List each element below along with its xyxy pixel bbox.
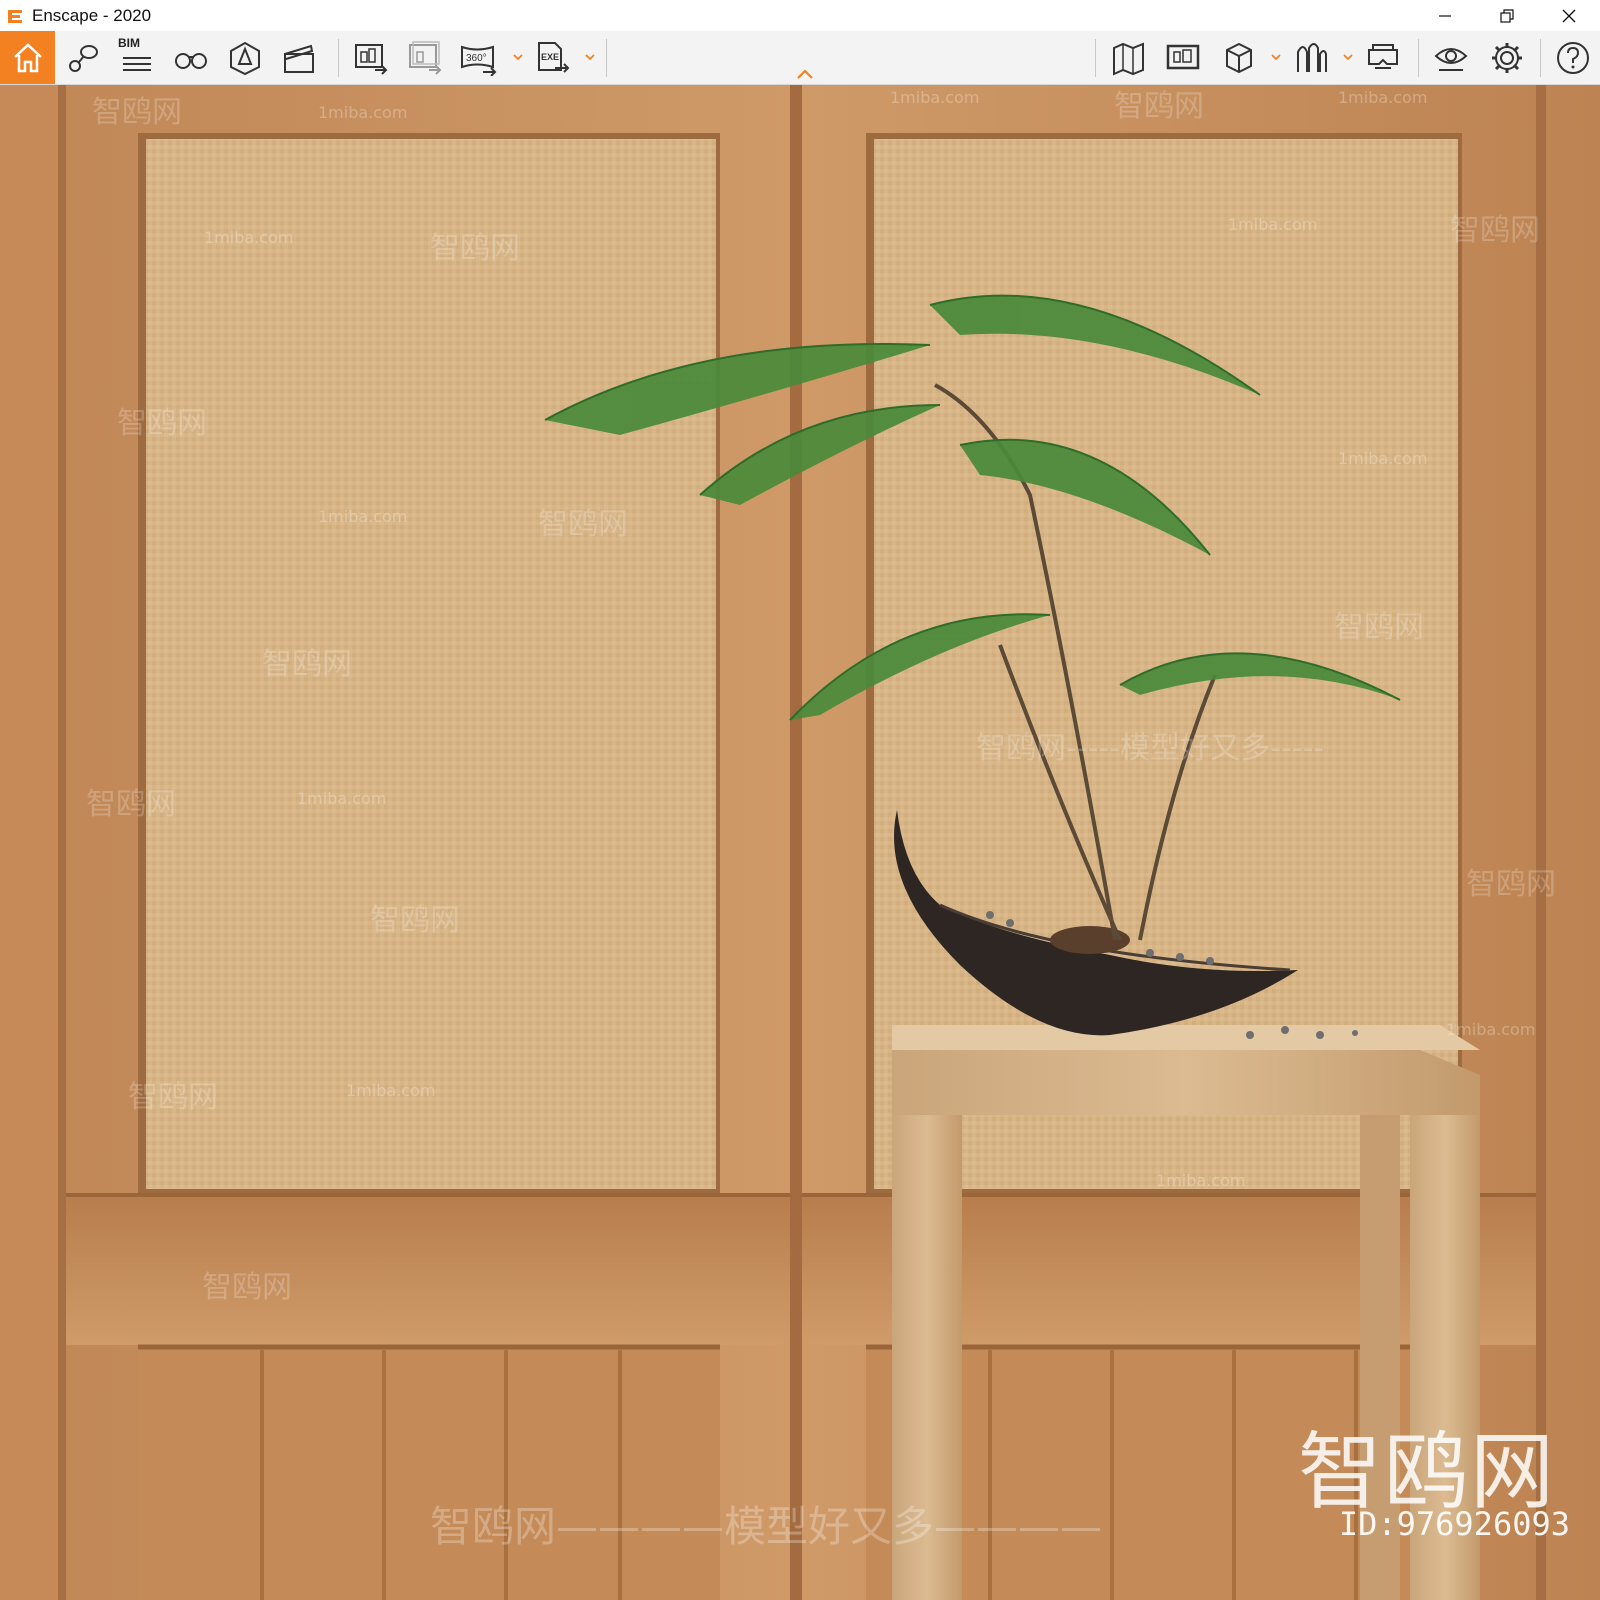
watermark-domain: 1miba.com bbox=[1338, 88, 1428, 107]
visual-settings-icon bbox=[1434, 48, 1468, 71]
asset-library-button[interactable] bbox=[224, 37, 266, 79]
enscape-toolbar: BIM 360° EXE bbox=[0, 31, 1600, 85]
clapperboard-icon bbox=[284, 44, 314, 73]
help-icon bbox=[1557, 42, 1589, 74]
binoculars-icon bbox=[175, 53, 207, 69]
vegetation-dropdown[interactable] bbox=[1342, 51, 1354, 63]
visual-settings-button[interactable] bbox=[1430, 37, 1472, 79]
chevron-up-icon bbox=[797, 69, 813, 79]
view-management-button[interactable] bbox=[1162, 37, 1204, 79]
panorama-dropdown[interactable] bbox=[512, 51, 524, 63]
tag-icon bbox=[69, 45, 98, 72]
settings-button[interactable] bbox=[1486, 37, 1528, 79]
watermark-brand: 智鸥网 bbox=[1466, 867, 1556, 902]
watermark-brand: 智鸥网 bbox=[202, 1270, 292, 1305]
cube-button[interactable] bbox=[1218, 37, 1260, 79]
restore-icon bbox=[1500, 8, 1514, 23]
close-button[interactable] bbox=[1538, 0, 1600, 31]
chevron-down-icon bbox=[585, 54, 595, 61]
watermark-domain: 1miba.com bbox=[1156, 1171, 1246, 1190]
watermark-brand: 智鸥网 bbox=[117, 406, 207, 441]
model-id-label: ID:976926093 bbox=[1338, 1505, 1570, 1543]
chevron-down-icon bbox=[1343, 54, 1353, 61]
watermark-brand: 智鸥网 bbox=[1450, 213, 1540, 248]
watermark-brand: 智鸥网 bbox=[262, 647, 352, 682]
watermark-brand: 智鸥网 bbox=[92, 95, 182, 130]
scene-render bbox=[0, 85, 1600, 1600]
view-management-icon bbox=[1166, 44, 1200, 70]
watermark-brand: 智鸥网 bbox=[1114, 89, 1204, 124]
vegetation-icon bbox=[1297, 43, 1327, 72]
minimize-button[interactable] bbox=[1414, 0, 1476, 31]
restore-button[interactable] bbox=[1476, 0, 1538, 31]
watermark-domain: 1miba.com bbox=[1228, 215, 1318, 234]
render-viewport[interactable]: 1miba.com 1miba.com 1miba.com 1miba.com … bbox=[0, 85, 1600, 1600]
home-button[interactable] bbox=[0, 31, 55, 84]
watermark-brand: 智鸥网 bbox=[1334, 610, 1424, 645]
vegetation-button[interactable] bbox=[1290, 37, 1332, 79]
panorama-360-icon: 360° bbox=[461, 45, 497, 76]
video-editor-button[interactable] bbox=[278, 37, 320, 79]
watermark-domain: 1miba.com bbox=[890, 88, 980, 107]
cube-icon bbox=[1226, 42, 1252, 74]
watermark-slogan-bottom: 智鸥网————模型好又多———— bbox=[430, 1502, 1103, 1551]
watermark-brand: 智鸥网 bbox=[538, 507, 628, 542]
bim-button[interactable]: BIM bbox=[116, 36, 158, 79]
settings-icon bbox=[1492, 43, 1522, 73]
watermark-domain: 1miba.com bbox=[204, 228, 294, 247]
watermark-brand: 智鸥网 bbox=[128, 1080, 218, 1115]
tag-button[interactable] bbox=[62, 37, 104, 79]
watermark-domain: 1miba.com bbox=[346, 1081, 436, 1100]
watermark-brand: 智鸥网 bbox=[430, 231, 520, 266]
screenshot-export-button[interactable] bbox=[350, 37, 392, 79]
chevron-down-icon bbox=[513, 54, 523, 61]
exe-export-button[interactable]: EXE bbox=[532, 37, 574, 79]
map-button[interactable] bbox=[1108, 37, 1150, 79]
svg-text:EXE: EXE bbox=[541, 52, 559, 62]
bim-label: BIM bbox=[118, 36, 140, 50]
batch-export-icon bbox=[409, 41, 442, 75]
watermark-brand: 智鸥网 bbox=[370, 903, 460, 938]
vr-headset-icon bbox=[1368, 44, 1398, 69]
vr-headset-button[interactable] bbox=[1362, 37, 1404, 79]
svg-text:360°: 360° bbox=[466, 53, 487, 64]
asset-library-icon bbox=[230, 41, 260, 76]
window-title-bar: Enscape - 2020 bbox=[0, 0, 1600, 31]
exe-dropdown[interactable] bbox=[584, 51, 596, 63]
enscape-logo-icon bbox=[4, 5, 26, 27]
window-title: Enscape - 2020 bbox=[32, 5, 152, 25]
help-button[interactable] bbox=[1552, 37, 1594, 79]
cube-dropdown[interactable] bbox=[1270, 51, 1282, 63]
watermark-domain: 1miba.com bbox=[318, 103, 408, 122]
exe-export-icon: EXE bbox=[538, 42, 570, 73]
watermark-domain: 1miba.com bbox=[1446, 1020, 1536, 1039]
watermark-domain: 1miba.com bbox=[1338, 449, 1428, 468]
minimize-icon bbox=[1439, 14, 1451, 17]
home-icon bbox=[13, 42, 42, 72]
binoculars-button[interactable] bbox=[170, 37, 212, 79]
panorama-export-button[interactable]: 360° bbox=[458, 37, 500, 79]
map-icon bbox=[1113, 42, 1144, 76]
close-icon bbox=[1562, 9, 1576, 22]
watermark-slogan: 智鸥网-----模型好又多----- bbox=[976, 731, 1325, 766]
batch-export-button[interactable] bbox=[404, 37, 446, 79]
watermark-brand: 智鸥网 bbox=[86, 787, 176, 822]
toolbar-collapse-button[interactable] bbox=[795, 67, 815, 81]
watermark-domain: 1miba.com bbox=[297, 789, 387, 808]
screenshot-export-icon bbox=[355, 44, 388, 75]
watermark-domain: 1miba.com bbox=[318, 507, 408, 526]
chevron-down-icon bbox=[1271, 54, 1281, 61]
